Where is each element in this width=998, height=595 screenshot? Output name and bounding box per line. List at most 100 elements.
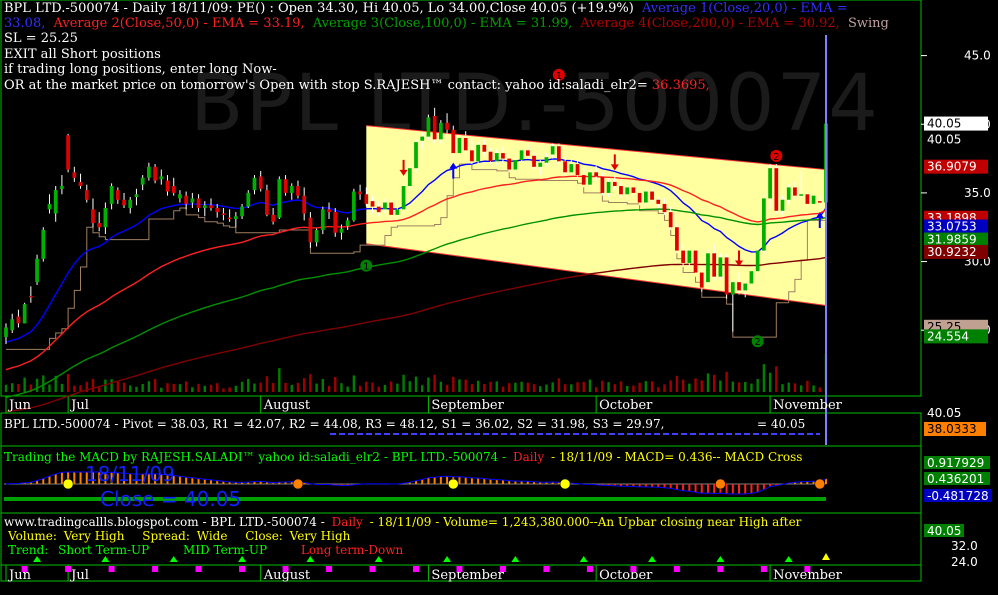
volume-bar [756, 379, 759, 392]
candle-body [693, 250, 698, 273]
macd-bar [731, 484, 734, 494]
volume-bar [240, 381, 244, 392]
header-line2-b: Average 2(Close,50,0) - EMA = 33.19, [53, 16, 305, 31]
candle-body [662, 203, 667, 213]
price-label: 40.05 [927, 117, 961, 131]
volume-bar [309, 374, 312, 392]
macd-bar [489, 479, 492, 484]
x-tick-label: October [599, 568, 653, 583]
volume-bar [66, 374, 70, 392]
candle-body [302, 195, 307, 214]
volume-bar [706, 373, 710, 392]
price-label: 33.0753 [927, 220, 977, 234]
candle-body [507, 158, 512, 170]
candle [706, 249, 710, 285]
volume-bar [719, 380, 722, 392]
candle-body [681, 250, 685, 263]
candle-body [525, 150, 530, 156]
volume-bar [414, 376, 418, 392]
candle [41, 227, 46, 262]
volume-bar [153, 379, 157, 392]
macd-bar [675, 484, 678, 490]
candle-body [233, 216, 238, 219]
candle-body [395, 209, 400, 215]
volume-bar [296, 382, 300, 392]
candle-body [494, 153, 499, 162]
candle-body [619, 186, 623, 195]
volume-bar [675, 375, 679, 392]
volume-bar [669, 380, 672, 392]
volume-bar [302, 378, 306, 392]
volume-bar [265, 376, 269, 392]
candle-body [687, 250, 692, 263]
candle-body [762, 198, 766, 251]
volume-bar [563, 384, 567, 392]
candle-body [606, 181, 611, 193]
volume-mark [108, 566, 115, 572]
candle-body [600, 176, 605, 193]
macd-bar [750, 484, 753, 494]
volume-bar [526, 382, 530, 392]
volume-bar [700, 380, 703, 392]
candle-body [544, 157, 549, 163]
candle-body [227, 217, 232, 220]
macd-bar [433, 477, 436, 484]
candle-body [376, 206, 381, 213]
candle-body [656, 199, 661, 204]
volume-bar [812, 385, 815, 392]
candle-body [774, 168, 779, 211]
header-line5: if trading long positions, enter long No… [4, 62, 277, 77]
candle-body [47, 203, 52, 210]
volume-mark [413, 566, 419, 572]
macd-bar [501, 480, 504, 484]
volume-bar [551, 382, 554, 392]
candle-body [196, 198, 201, 209]
candle-body [631, 187, 636, 193]
candle-body [569, 164, 574, 173]
candle-body [364, 194, 369, 204]
volume-bar [129, 385, 132, 392]
candle [414, 139, 418, 173]
volume-mark [499, 566, 506, 572]
candle-body [625, 187, 630, 195]
volume-bar [197, 383, 200, 392]
candle-body [115, 190, 120, 200]
volume-mark [239, 566, 246, 572]
vol-line1: www.tradingcallls.blogspot.com - BPL LTD… [4, 515, 325, 529]
candle-body [675, 227, 679, 251]
candle-body [383, 202, 387, 210]
volume-bar [327, 385, 331, 392]
svg-text:OR at the market price on tomo: OR at the market price on tomorrow's Ope… [4, 78, 710, 93]
volume-mark [369, 566, 376, 572]
volume-bar [222, 388, 225, 392]
volume-bar [110, 379, 113, 392]
price-label: 36.9079 [927, 160, 977, 174]
candle-body [153, 166, 157, 181]
close-label: Close: [245, 529, 283, 543]
volume-mark [326, 566, 333, 572]
candle-body [370, 201, 375, 207]
candle [762, 194, 766, 255]
candle-body [426, 117, 431, 137]
candle [724, 254, 729, 299]
candle-body [289, 186, 294, 193]
candle-body [296, 186, 300, 196]
candle-body [103, 208, 108, 228]
price-label: 30.9232 [927, 245, 977, 259]
wave-label: 2 [773, 152, 779, 163]
volume-bar [762, 364, 766, 392]
candle-body [811, 195, 816, 204]
candle-body [277, 179, 282, 218]
pivot-text: BPL LTD.-500074 - Pivot = 38.03, R1 = 42… [4, 417, 664, 431]
volume-bar [172, 384, 175, 392]
price-label: 24.554 [927, 329, 969, 343]
volume-bar [191, 387, 194, 392]
x-tick-label: November [773, 398, 843, 413]
volume-bar [346, 386, 349, 392]
candle-body [594, 172, 599, 177]
volume-bar [787, 382, 790, 392]
vol-right-label-2: 32.0 [951, 539, 978, 553]
macd-bar [79, 472, 82, 484]
candle-body [345, 220, 350, 226]
volume-bar [116, 381, 120, 392]
